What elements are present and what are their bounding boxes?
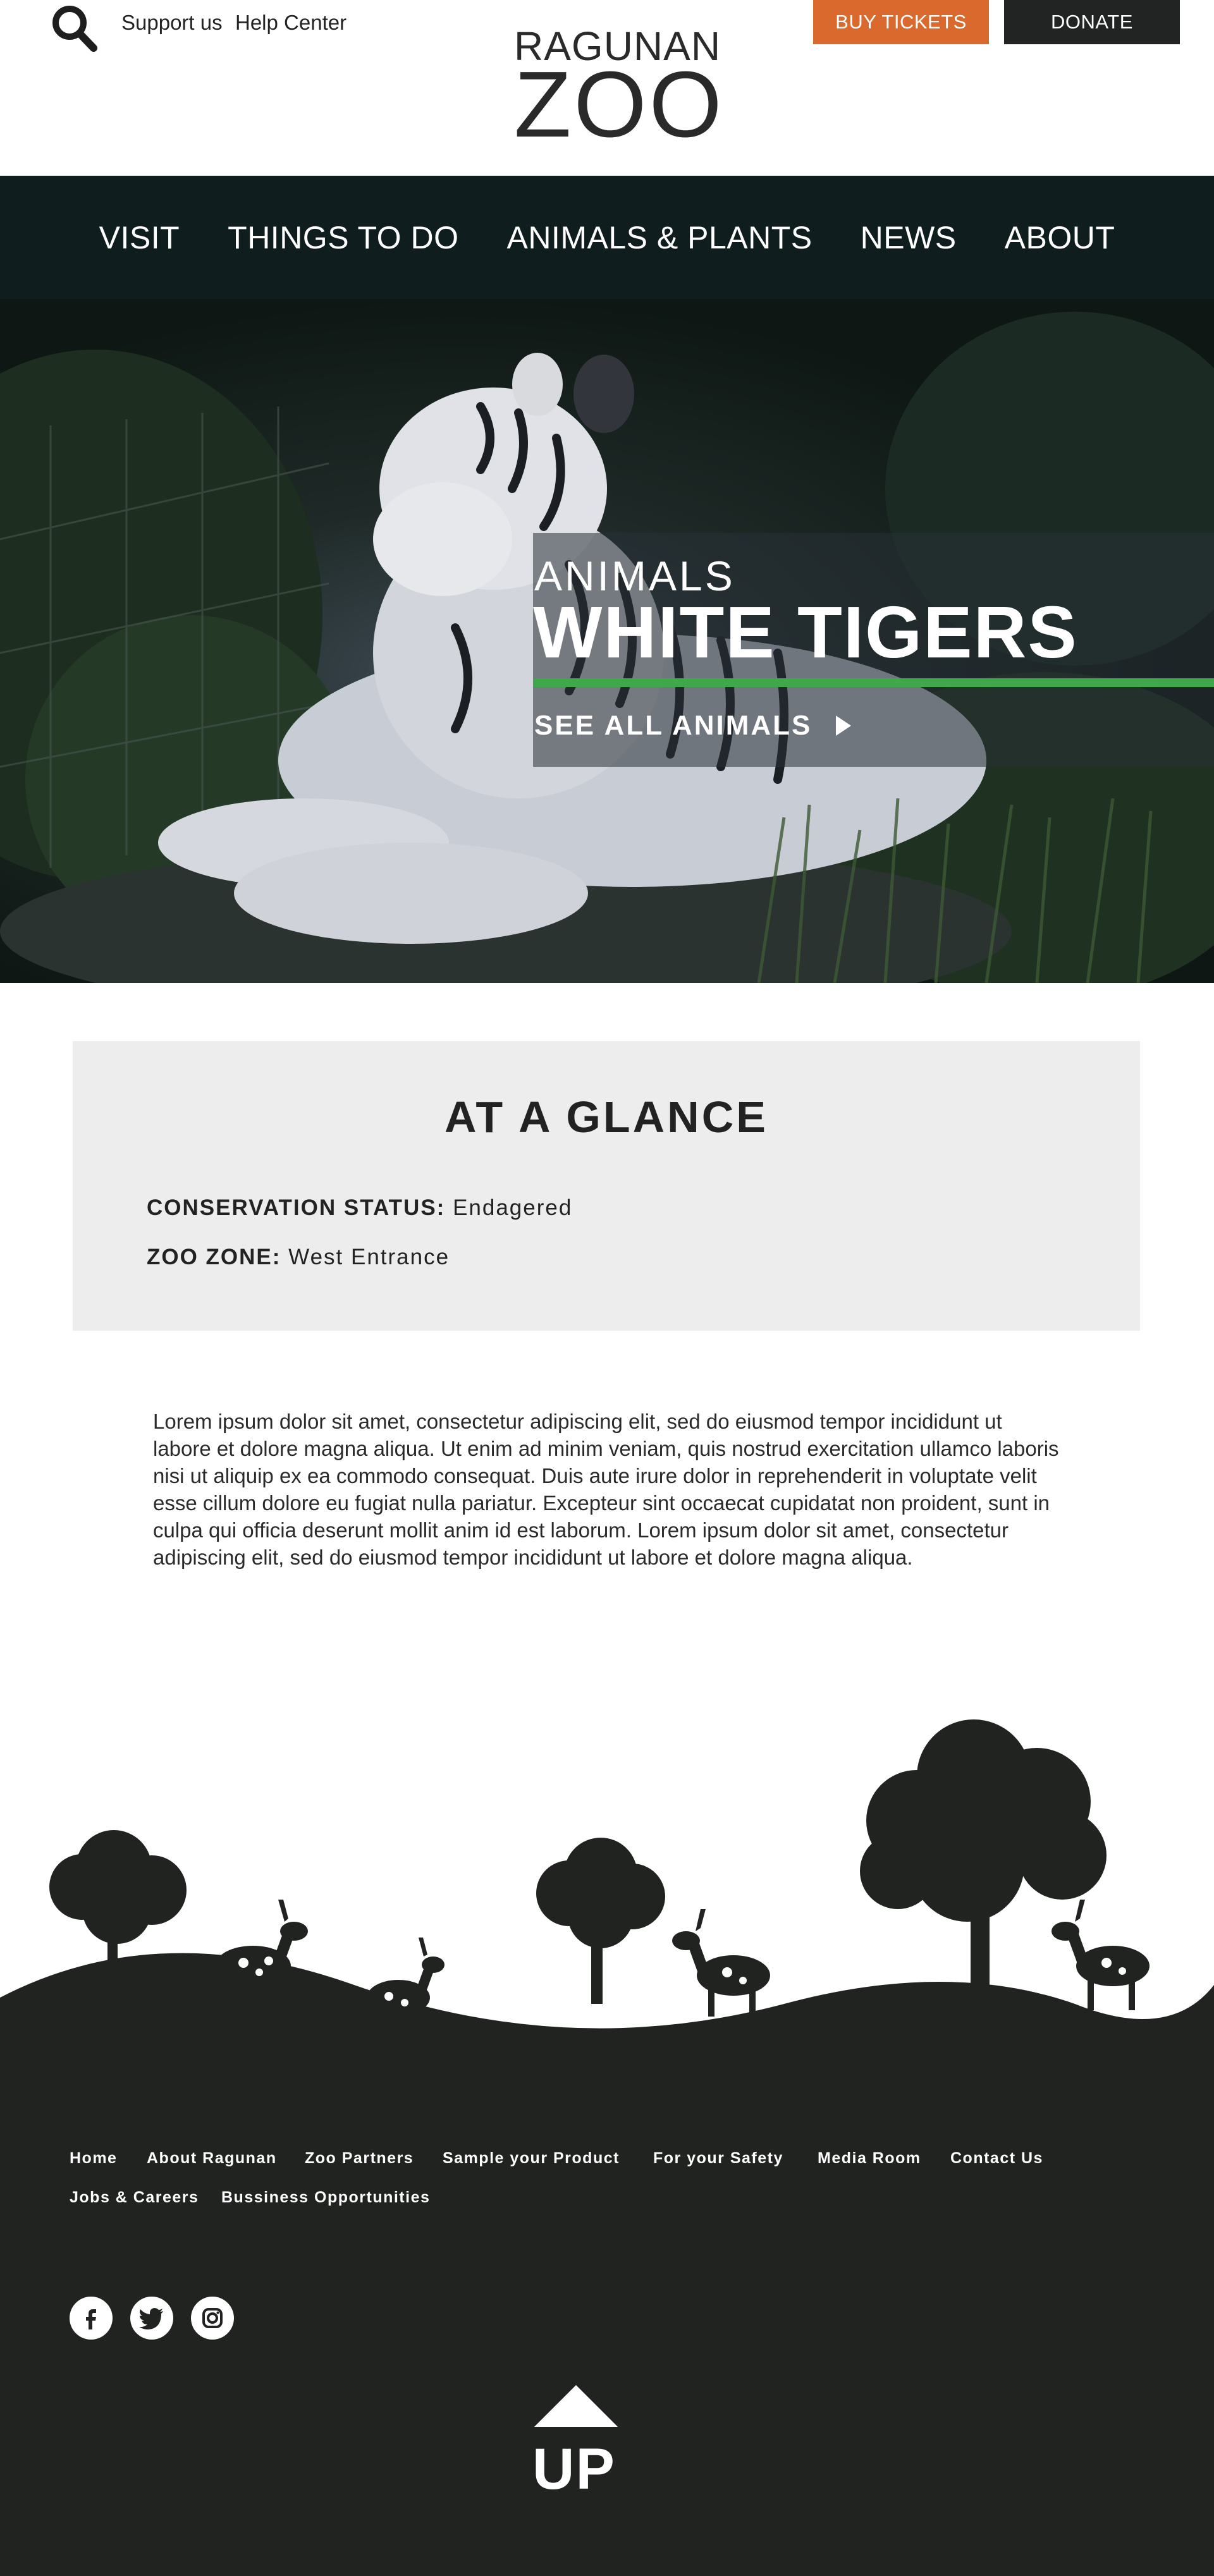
footer-link-safety[interactable]: For your Safety [653,2149,783,2168]
buy-tickets-button[interactable]: BUY TICKETS [813,0,989,44]
footer-link-business[interactable]: Bussiness Opportunities [221,2188,430,2207]
landscape-silhouette [0,1719,1214,2092]
nav-item-about[interactable]: ABOUT [981,219,1139,256]
hero-accent-line [533,678,1214,687]
logo-line-2: ZOO [514,52,725,157]
zoo-zone-row: ZOO ZONE: West Entrance [147,1245,450,1270]
play-arrow-icon [836,716,852,736]
nav-item-things-to-do[interactable]: THINGS TO DO [204,219,482,256]
zoo-zone-label: ZOO ZONE: [147,1245,281,1269]
hero-title: WHITE TIGERS [533,591,1078,673]
conservation-status-label: CONSERVATION STATUS: [147,1195,446,1220]
instagram-glyph [202,2308,223,2328]
zoo-zone-value: West Entrance [288,1245,450,1269]
footer-link-sample[interactable]: Sample your Product [443,2149,620,2168]
footer-link-contact[interactable]: Contact Us [950,2149,1043,2168]
glance-title: AT A GLANCE [445,1092,768,1142]
conservation-status-row: CONSERVATION STATUS: Endagered [147,1195,572,1221]
instagram-icon[interactable] [191,2297,234,2340]
at-a-glance-box: AT A GLANCE CONSERVATION STATUS: Endager… [73,1041,1140,1331]
site-header: Support us Help Center RAGUNAN ZOO BUY T… [0,0,1214,176]
zoo-logo[interactable]: RAGUNAN ZOO [514,25,725,157]
donate-button[interactable]: DONATE [1004,0,1180,44]
facebook-glyph [86,2309,96,2329]
twitter-glyph [139,2308,163,2329]
footer-link-about[interactable]: About Ragunan [147,2149,277,2168]
see-all-animals-label: SEE ALL ANIMALS [534,710,812,741]
facebook-icon[interactable] [70,2297,113,2340]
footer-link-media[interactable]: Media Room [818,2149,921,2168]
footer-link-home[interactable]: Home [70,2149,117,2168]
up-arrow-icon [534,2385,618,2427]
footer-link-careers[interactable]: Jobs & Careers [70,2188,199,2207]
support-us-link[interactable]: Support us [121,11,223,35]
nav-item-news[interactable]: NEWS [837,219,981,256]
conservation-status-value: Endagered [453,1195,573,1220]
twitter-icon[interactable] [130,2297,173,2340]
up-label: UP [532,2437,616,2501]
hero-banner: ANIMALS WHITE TIGERS SEE ALL ANIMALS [0,299,1214,983]
nav-item-animals-plants[interactable]: ANIMALS & PLANTS [482,219,836,256]
search-icon[interactable] [49,1,100,52]
help-center-link[interactable]: Help Center [235,11,346,35]
footer-link-partners[interactable]: Zoo Partners [305,2149,414,2168]
nav-item-visit[interactable]: VISIT [75,219,204,256]
see-all-animals-link[interactable]: SEE ALL ANIMALS [534,710,852,742]
main-nav: VISIT THINGS TO DO ANIMALS & PLANTS NEWS… [0,176,1214,299]
body-paragraph: Lorem ipsum dolor sit amet, consectetur … [153,1410,1059,1569]
site-footer: Home About Ragunan Zoo Partners Sample y… [0,2091,1214,2576]
